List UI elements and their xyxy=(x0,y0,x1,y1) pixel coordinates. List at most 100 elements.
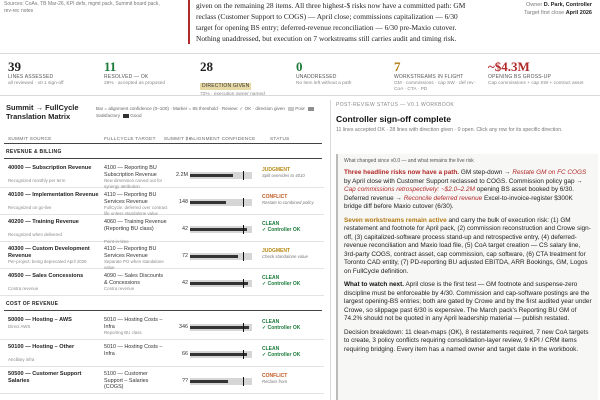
risk-summary-heading: What changed since v0.0 — and what remai… xyxy=(344,158,474,164)
owner-block: Owner D. Park, Controller Target first c… xyxy=(524,1,592,17)
source-account: 40200 — Training Revenue xyxy=(8,219,79,225)
kpi-opening-bs[interactable]: ~$4.3M OPENING BS GROSS-UP Cap commissio… xyxy=(488,59,594,87)
target-account: 4090 — Sales Discounts & Concessions xyxy=(104,273,164,286)
source-account: 40300 — Custom Development Revenue xyxy=(8,246,90,259)
legend-item: Satisfactory xyxy=(96,113,120,118)
confidence-fill xyxy=(190,282,248,285)
confidence-fill xyxy=(190,326,249,329)
source-account: 40100 — Implementation Revenue xyxy=(8,192,99,198)
sources-line: Sources: CoAs, TB Mar-26, KPI defs, mgmt… xyxy=(4,1,160,7)
table-row[interactable]: 40000 — Subscription Revenue Recognized m… xyxy=(0,161,324,189)
confidence-bar xyxy=(190,198,252,207)
kpi-sub: all reviewed · v0.1 sign-off xyxy=(8,81,64,86)
confidence-bar xyxy=(190,279,252,288)
confidence-fill xyxy=(190,255,239,258)
kpi-value: ~$4.3M xyxy=(488,59,530,74)
status-cell: CLEAN ✓ Controller OK xyxy=(262,346,318,358)
threshold-marker xyxy=(242,171,245,180)
sources-note: Sources: CoAs, TB Mar-26, KPI defs, mgmt… xyxy=(4,1,160,15)
threshold-marker xyxy=(242,198,245,207)
table-row[interactable]: 40200 — Training Revenue Recognized when … xyxy=(0,215,324,244)
section-rule xyxy=(4,310,322,311)
summit-amount: 72 xyxy=(182,253,188,259)
kpi-resolved-ok[interactable]: 11 RESOLVED — OK 28% · accepted as propo… xyxy=(104,59,192,87)
status-note: Check standalone value xyxy=(262,254,308,259)
panel-subtitle: 11 lines accepted OK · 28 lines with dir… xyxy=(336,127,563,133)
summit-amount: ?? xyxy=(182,378,188,384)
table-row[interactable]: 50500 — Customer Support Salaries 5100 — … xyxy=(0,367,324,394)
target-account: 4060 — Training Revenue (Reporting BU cl… xyxy=(104,219,167,232)
section-header: REVENUE & BILLING xyxy=(6,149,62,155)
source-account: 50000 — Hosting – AWS xyxy=(8,317,72,323)
table-row[interactable]: 50000 — Hosting – AWS Direct AWS 5010 — Ho… xyxy=(0,313,324,340)
section-rule xyxy=(4,158,322,159)
source-note: Ancillary infra xyxy=(8,357,35,363)
workstreams-paragraph: Seven workstreams remain active and carr… xyxy=(344,217,592,277)
kpi-label: OPENING BS GROSS-UP xyxy=(488,74,551,80)
summit-amount: 346 xyxy=(179,324,188,330)
kpi-value: 28 xyxy=(200,59,213,74)
kpi-strip: 39 LINES ASSESSED all reviewed · v0.1 si… xyxy=(0,56,600,98)
kpi-workstreams[interactable]: 7 WORKSTREAMS IN FLIGHT GM · commissions… xyxy=(394,59,486,93)
summit-amount: 42 xyxy=(182,280,188,286)
threshold-marker xyxy=(242,279,245,288)
headline-summary: given on the remaining 28 items. All thr… xyxy=(188,0,474,44)
source-note: Contra revenue xyxy=(8,286,39,292)
confidence-fill xyxy=(190,201,226,204)
para-emphasis: Reconcile deferred revenue xyxy=(403,194,483,202)
matrix-title: Summit → FullCycle Translation Matrix xyxy=(6,103,79,121)
confidence-bar xyxy=(190,252,252,261)
column-header: STATUS xyxy=(270,136,290,141)
kpi-value: 39 xyxy=(8,59,21,74)
target-account: 5100 — Customer Support – Salaries (COGS… xyxy=(104,371,149,391)
table-row[interactable]: 50100 — Hosting – Other Ancillary infra 50… xyxy=(0,340,324,367)
owner-name: D. Park, Controller xyxy=(543,2,592,8)
table-row[interactable]: 40500 — Sales Concessions Contra revenue 4… xyxy=(0,269,324,296)
kpi-direction-given[interactable]: 28 DIRECTION GIVEN 72% · execution owner… xyxy=(200,59,288,98)
decision-breakdown-paragraph: Decision breakdown: 11 clean-maps (OK), … xyxy=(344,328,589,353)
section-header: COST OF REVENUE xyxy=(6,301,59,307)
risk-summary-box: What changed since v0.0 — and what remai… xyxy=(336,154,598,400)
para-lead: Three headline risks now have a path. xyxy=(344,169,460,176)
close-date: April 2026 xyxy=(565,10,592,16)
status-note: Split overrides to 4010 xyxy=(262,173,305,178)
target-account: 5010 — Hosting Costs – Infra xyxy=(104,344,163,357)
kpi-label: LINES ASSESSED xyxy=(8,74,54,80)
sources-line: rev-rec notes xyxy=(4,8,34,14)
legend-swatch-poor xyxy=(288,106,295,111)
para-text: and carry the bulk of execution risk: (1… xyxy=(344,216,591,275)
threshold-marker xyxy=(242,323,245,332)
target-account: 4110 — Reporting BU Services Revenue xyxy=(104,246,157,259)
target-note: Reporting BU class xyxy=(104,330,142,336)
confidence-bar xyxy=(190,323,252,332)
source-note: Per-project: being deprecated April 2026 xyxy=(8,259,87,265)
kpi-sub: No item left without a path xyxy=(296,81,352,86)
status-note: Reclass from xyxy=(262,379,288,384)
source-account: 50100 — Hosting – Other xyxy=(8,344,75,350)
kpi-unaddressed[interactable]: 0 UNADDRESSED No item left without a pat… xyxy=(296,59,386,87)
controller-ok-note: ✓ Controller OK xyxy=(262,352,301,358)
source-note: Recognized on go-live xyxy=(8,205,52,211)
kpi-label: DIRECTION GIVEN xyxy=(200,83,252,90)
kpi-sub: 72% · execution owner named xyxy=(200,92,265,97)
translation-matrix: Summit → FullCycle Translation Matrix Ba… xyxy=(0,100,324,400)
kpi-sub: Cap commissions + cap SW + contract asse… xyxy=(488,81,584,86)
target-note: Contra revenue xyxy=(104,286,135,292)
summit-amount: 42 xyxy=(182,226,188,232)
status-cell: JUDGMENT Split overrides to 4010 xyxy=(262,167,318,178)
kpi-lines-assessed[interactable]: 39 LINES ASSESSED all reviewed · v0.1 si… xyxy=(8,59,96,87)
para-lead: Seven workstreams remain active xyxy=(344,216,447,224)
column-divider xyxy=(330,100,331,400)
threshold-marker xyxy=(242,350,245,359)
target-account: 4100 — Reporting BU Subscription Revenue xyxy=(104,165,157,178)
table-row[interactable]: 40300 — Custom Development Revenue Per-pr… xyxy=(0,242,324,270)
table-row[interactable]: 40100 — Implementation Revenue Recognized… xyxy=(0,188,324,216)
column-header: FULLCYCLE TARGET xyxy=(104,136,156,141)
target-account: 4110 — Reporting BU Services Revenue xyxy=(104,192,157,205)
panel-eyebrow: POST-REVIEW STATUS — V0.1 WORKBOOK xyxy=(336,102,455,108)
summit-amount: 66 xyxy=(182,351,188,357)
close-prefix: Target first close xyxy=(524,10,565,16)
source-account: 50500 — Customer Support Salaries xyxy=(8,371,82,384)
status-cell: CONFLICT Reclass from xyxy=(262,373,318,384)
kpi-sub: GM · commissions · cap SW · def rev · Co… xyxy=(394,81,477,92)
